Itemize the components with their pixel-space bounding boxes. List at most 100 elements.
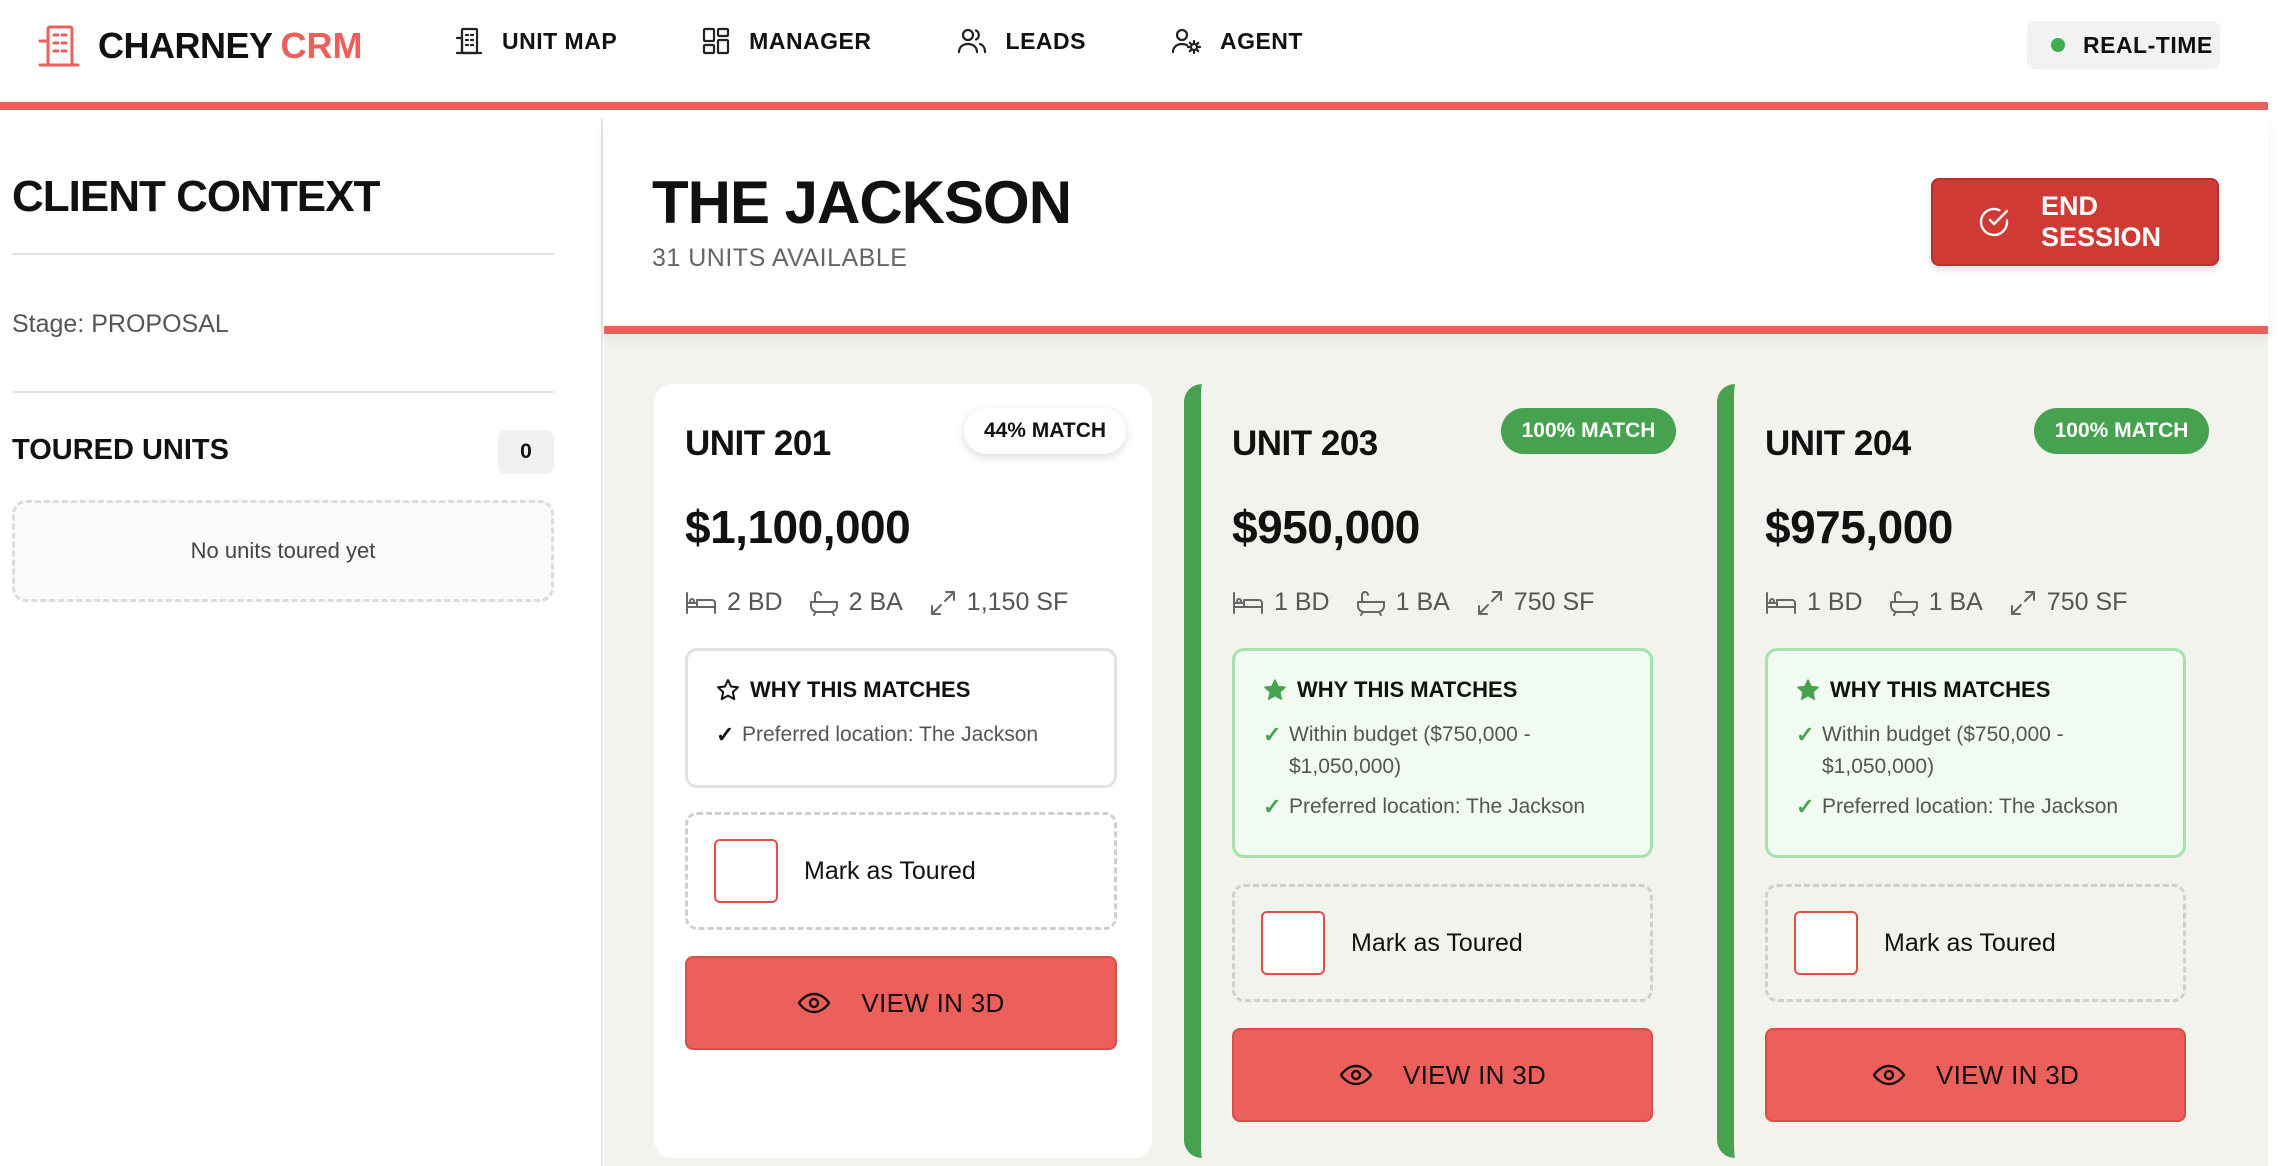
nav-item-manager[interactable]: MANAGER <box>701 26 871 56</box>
bath-icon <box>1889 590 1919 616</box>
bath-icon <box>809 590 839 616</box>
check-circle-icon <box>1977 205 2011 239</box>
check-icon: ✓ <box>1796 722 1815 747</box>
nav-item-agent[interactable]: AGENT <box>1170 26 1303 56</box>
size-spec: 1,150 SF <box>929 588 1068 617</box>
match-badge: 100% MATCH <box>2034 408 2209 454</box>
view-in-3d-label: VIEW IN 3D <box>1935 1059 2080 1090</box>
realtime-status[interactable]: REAL-TIME <box>2027 21 2220 69</box>
star-filled-icon <box>1796 678 1820 702</box>
toured-empty-state: No units toured yet <box>12 500 554 602</box>
check-icon: ✓ <box>1796 794 1815 819</box>
why-matches-label: WHY THIS MATCHES <box>750 677 971 702</box>
client-context-sidebar: CLIENT CONTEXT Stage: PROPOSAL TOURED UN… <box>0 118 603 1166</box>
match-reason-text: Within budget ($750,000 - $1,050,000) <box>1289 723 1531 778</box>
unit-specs: 2 BD 2 BA 1,150 SF <box>685 588 1094 617</box>
nav-label-manager: MANAGER <box>749 27 872 54</box>
view-in-3d-button[interactable]: VIEW IN 3D <box>1232 1028 1653 1122</box>
baths-spec: 1 BA <box>1889 588 1983 617</box>
match-badge: 100% MATCH <box>1501 408 1676 454</box>
why-matches-label: WHY THIS MATCHES <box>1830 677 2051 702</box>
mark-as-toured-toggle[interactable]: Mark as Toured <box>685 812 1117 930</box>
match-reason-text: Preferred location: The Jackson <box>1822 795 2119 818</box>
toured-checkbox[interactable] <box>1794 911 1858 975</box>
beds-spec: 1 BD <box>1765 588 1863 617</box>
units-available-text: 31 UNITS AVAILABLE <box>652 244 908 272</box>
unit-card: UNIT 203 100% MATCH $950,000 1 BD 1 BA 7… <box>1184 384 1685 1158</box>
star-filled-icon <box>1263 678 1287 702</box>
why-matches-title: WHY THIS MATCHES <box>1263 677 1622 703</box>
stage-text: Stage: PROPOSAL <box>12 310 229 338</box>
end-session-label: END SESSION <box>2041 191 2162 252</box>
brand-accent: CRM <box>280 25 363 66</box>
size-spec: 750 SF <box>1476 588 1595 617</box>
status-dot-icon <box>2051 38 2065 52</box>
grid-icon <box>701 26 731 56</box>
expand-icon <box>2009 589 2037 617</box>
why-matches-label: WHY THIS MATCHES <box>1297 677 1518 702</box>
end-session-button[interactable]: END SESSION <box>1931 178 2219 266</box>
match-reason: ✓ Preferred location: The Jackson <box>1263 791 1622 823</box>
nav-item-leads[interactable]: LEADS <box>956 26 1086 56</box>
check-icon: ✓ <box>716 722 735 747</box>
unit-specs: 1 BD 1 BA 750 SF <box>1765 588 2153 617</box>
expand-icon <box>1476 589 1504 617</box>
view-in-3d-label: VIEW IN 3D <box>861 987 1005 1018</box>
baths-spec: 1 BA <box>1356 588 1450 617</box>
nav-label-leads: LEADS <box>1005 27 1086 54</box>
baths-value: 2 BA <box>848 588 903 616</box>
project-header: THE JACKSON 31 UNITS AVAILABLE END SESSI… <box>604 118 2268 334</box>
match-reason: ✓ Preferred location: The Jackson <box>716 719 1086 751</box>
sidebar-title: CLIENT CONTEXT <box>12 172 380 221</box>
divider <box>12 253 554 255</box>
eye-icon <box>797 991 831 1015</box>
why-matches-box: WHY THIS MATCHES ✓ Within budget ($750,0… <box>1765 648 2186 858</box>
size-value: 750 SF <box>1513 588 1595 616</box>
brand-name: CHARNEY <box>98 25 273 66</box>
mark-as-toured-label: Mark as Toured <box>804 856 976 885</box>
main-content: THE JACKSON 31 UNITS AVAILABLE END SESSI… <box>604 118 2268 1166</box>
beds-value: 1 BD <box>1807 588 1863 616</box>
beds-spec: 1 BD <box>1232 588 1330 617</box>
top-navbar: CHARNEY CRM UNIT MAP MANAGER LEADS AGENT… <box>0 0 2268 110</box>
eye-icon <box>1872 1063 1906 1087</box>
why-matches-title: WHY THIS MATCHES <box>1796 677 2155 703</box>
unit-specs: 1 BD 1 BA 750 SF <box>1232 588 1620 617</box>
unit-card: UNIT 201 44% MATCH $1,100,000 2 BD 2 BA … <box>654 384 1152 1158</box>
toured-units-heading: TOURED UNITS <box>12 434 229 466</box>
mark-as-toured-label: Mark as Toured <box>1351 928 1523 957</box>
why-matches-box: WHY THIS MATCHES ✓ Preferred location: T… <box>685 648 1117 788</box>
nav-label-agent: AGENT <box>1219 27 1303 54</box>
bed-icon <box>1765 591 1797 615</box>
baths-spec: 2 BA <box>809 588 903 617</box>
users-icon <box>956 26 988 56</box>
bed-icon <box>685 591 717 615</box>
toured-checkbox[interactable] <box>1261 911 1325 975</box>
mark-as-toured-toggle[interactable]: Mark as Toured <box>1232 884 1653 1002</box>
mark-as-toured-toggle[interactable]: Mark as Toured <box>1765 884 2186 1002</box>
toured-checkbox[interactable] <box>714 839 778 903</box>
unit-card: UNIT 204 100% MATCH $975,000 1 BD 1 BA 7… <box>1717 384 2218 1158</box>
view-in-3d-label: VIEW IN 3D <box>1402 1059 1547 1090</box>
baths-value: 1 BA <box>1928 588 1983 616</box>
brand-logo[interactable]: CHARNEY CRM <box>36 22 363 70</box>
star-outline-icon <box>716 678 740 702</box>
view-in-3d-button[interactable]: VIEW IN 3D <box>685 956 1117 1050</box>
beds-value: 2 BD <box>727 588 783 616</box>
bath-icon <box>1356 590 1386 616</box>
baths-value: 1 BA <box>1395 588 1450 616</box>
unit-name: UNIT 203 <box>1232 424 1378 463</box>
nav-item-unit-map[interactable]: UNIT MAP <box>454 26 617 56</box>
project-title: THE JACKSON <box>652 169 1072 236</box>
match-badge: 44% MATCH <box>964 408 1126 454</box>
size-value: 750 SF <box>2046 588 2128 616</box>
match-reason: ✓ Within budget ($750,000 - $1,050,000) <box>1796 719 2155 783</box>
eye-icon <box>1339 1063 1373 1087</box>
expand-icon <box>929 589 957 617</box>
user-gear-icon <box>1170 26 1202 56</box>
check-icon: ✓ <box>1263 722 1282 747</box>
size-value: 1,150 SF <box>966 588 1069 616</box>
bed-icon <box>1232 591 1264 615</box>
view-in-3d-button[interactable]: VIEW IN 3D <box>1765 1028 2186 1122</box>
match-reason-text: Within budget ($750,000 - $1,050,000) <box>1822 723 2064 778</box>
